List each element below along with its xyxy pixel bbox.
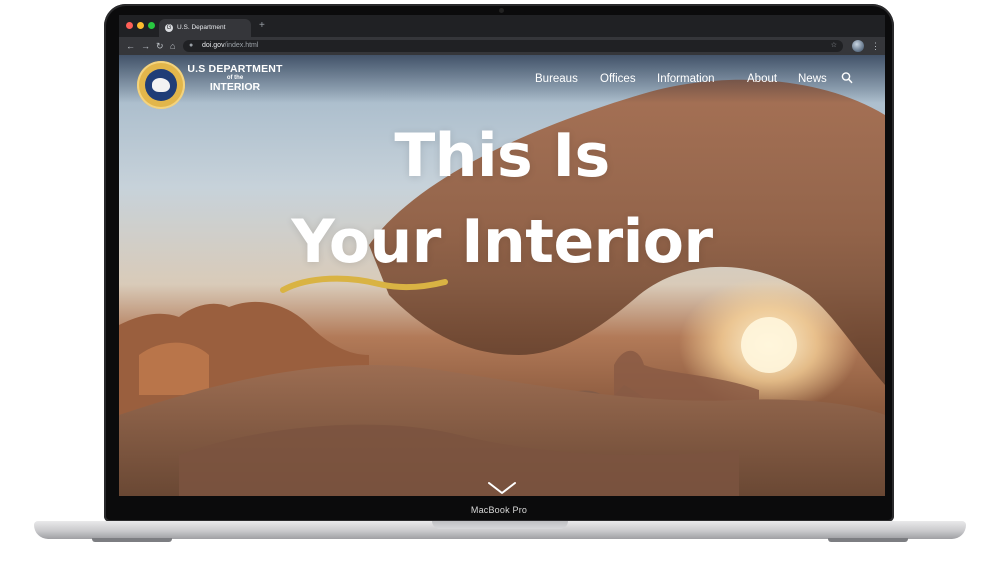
laptop-foot-right bbox=[828, 538, 908, 542]
hero-headline-line-1: This Is bbox=[394, 121, 610, 191]
browser-tab[interactable]: G U.S. Department bbox=[159, 19, 251, 37]
nav-information[interactable]: Information bbox=[657, 72, 715, 86]
nav-about[interactable]: About bbox=[747, 72, 777, 86]
hero: U.S DEPARTMENT of the INTERIOR Bureaus O… bbox=[119, 55, 885, 496]
search-icon[interactable] bbox=[841, 71, 853, 85]
doi-seal-logo[interactable] bbox=[137, 61, 185, 109]
menu-icon[interactable]: ⋮ bbox=[871, 40, 880, 52]
new-tab-button[interactable]: + bbox=[259, 19, 265, 33]
screen: G U.S. Department + ← → ↻ ⌂ ● doi.gov/in… bbox=[119, 15, 885, 496]
address-bar[interactable]: ● doi.gov/index.html ☆ bbox=[183, 40, 843, 52]
buffalo-icon bbox=[152, 78, 170, 92]
browser-tab-bar: G U.S. Department + bbox=[119, 15, 885, 37]
nav-offices[interactable]: Offices bbox=[600, 72, 636, 86]
browser-toolbar: ← → ↻ ⌂ ● doi.gov/index.html ☆ ⋮ bbox=[119, 37, 885, 55]
reload-icon[interactable]: ↻ bbox=[156, 40, 164, 52]
site-brand[interactable]: U.S DEPARTMENT of the INTERIOR bbox=[185, 64, 285, 93]
lock-icon: ● bbox=[189, 42, 194, 49]
laptop-base-notch bbox=[432, 521, 568, 529]
tab-title: U.S. Department bbox=[177, 24, 226, 31]
home-icon[interactable]: ⌂ bbox=[170, 40, 175, 52]
window-minimize-button[interactable] bbox=[137, 22, 144, 29]
forward-icon[interactable]: → bbox=[141, 40, 150, 52]
chevron-down-icon[interactable] bbox=[487, 480, 517, 496]
profile-avatar[interactable] bbox=[852, 40, 864, 52]
laptop-foot-left bbox=[92, 538, 172, 542]
brand-line-1: U.S DEPARTMENT bbox=[187, 63, 283, 75]
window-maximize-button[interactable] bbox=[148, 22, 155, 29]
nav-news[interactable]: News bbox=[798, 72, 827, 86]
favicon-icon: G bbox=[165, 24, 173, 32]
star-icon[interactable]: ☆ bbox=[831, 40, 837, 52]
back-icon[interactable]: ← bbox=[126, 40, 135, 52]
window-close-button[interactable] bbox=[126, 22, 133, 29]
camera bbox=[499, 8, 504, 13]
headline-underline-swoosh bbox=[280, 275, 448, 293]
device-label: MacBook Pro bbox=[470, 505, 528, 515]
nav-bureaus[interactable]: Bureaus bbox=[535, 72, 578, 86]
hero-headline-line-2: Your Interior bbox=[291, 207, 713, 277]
url-text: doi.gov/index.html bbox=[202, 42, 259, 49]
site-header: U.S DEPARTMENT of the INTERIOR Bureaus O… bbox=[119, 55, 885, 109]
brand-line-3: INTERIOR bbox=[209, 81, 261, 93]
